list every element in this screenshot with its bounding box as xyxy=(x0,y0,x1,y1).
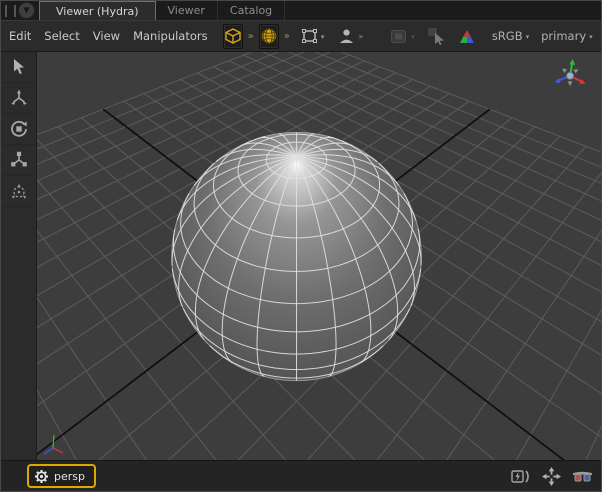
marquee-select-button[interactable]: ▾ xyxy=(301,28,325,44)
rotate-tool-button[interactable] xyxy=(1,114,36,145)
shading-mode-button[interactable] xyxy=(223,24,243,49)
tool-sidebar xyxy=(1,52,37,460)
pivot-tool-button[interactable] xyxy=(1,176,36,207)
cursor-select-icon xyxy=(428,28,446,45)
render-flash-icon[interactable] xyxy=(511,469,531,484)
tab-viewer[interactable]: Viewer xyxy=(156,1,218,20)
menu-select[interactable]: Select xyxy=(44,29,79,43)
viewlayer-value: primary xyxy=(541,29,586,43)
menu-manipulators[interactable]: Manipulators xyxy=(133,29,208,43)
pivot-icon xyxy=(10,182,28,200)
select-tool-button[interactable] xyxy=(1,52,36,83)
rotate-icon xyxy=(10,120,28,138)
select-arrow-icon xyxy=(10,58,28,76)
viewport-3d[interactable] xyxy=(37,52,601,460)
camera-name: persp xyxy=(54,470,85,483)
caret-down-icon: ▾ xyxy=(589,33,593,41)
person-icon xyxy=(339,28,354,44)
marquee-select-icon xyxy=(301,28,318,44)
translate-icon xyxy=(10,89,28,107)
colorspace-value: sRGB xyxy=(492,29,523,43)
selection-scope-button[interactable]: » xyxy=(339,28,363,44)
tab-catalog[interactable]: Catalog xyxy=(218,1,285,20)
menu-bar: Edit Select View Manipulators » xyxy=(1,20,601,52)
scale-icon xyxy=(10,151,28,169)
expander-icon[interactable]: » xyxy=(358,32,363,41)
chevron-down-icon: ▼ xyxy=(23,6,29,14)
expander-icon[interactable]: » xyxy=(248,31,254,42)
pane-body xyxy=(1,52,601,460)
layer-select-button[interactable]: ▾ xyxy=(390,29,415,44)
menu-view[interactable]: View xyxy=(93,29,120,43)
caret-down-icon: ▾ xyxy=(321,33,325,41)
pan-view-icon[interactable] xyxy=(542,467,561,486)
scale-tool-button[interactable] xyxy=(1,145,36,176)
expander-icon[interactable]: » xyxy=(284,31,290,42)
globe-icon xyxy=(260,27,278,45)
gear-icon xyxy=(35,470,48,483)
channels-button[interactable] xyxy=(459,29,475,44)
translate-tool-button[interactable] xyxy=(1,83,36,114)
tab-bar: ▼ Viewer (Hydra) Viewer Catalog xyxy=(1,1,601,20)
menu-edit[interactable]: Edit xyxy=(9,29,31,43)
cube-icon xyxy=(224,27,242,45)
caret-down-icon: ▾ xyxy=(411,33,415,41)
cursor-select-button[interactable] xyxy=(428,28,446,45)
camera-select-button[interactable]: persp xyxy=(27,464,96,488)
pane-menu-button[interactable]: ▼ xyxy=(18,2,35,19)
colorspace-dropdown[interactable]: sRGB ▾ xyxy=(492,29,529,43)
viewport-status-bar: persp xyxy=(1,460,601,491)
tab-viewer-hydra[interactable]: Viewer (Hydra) xyxy=(39,1,156,20)
caret-down-icon: ▾ xyxy=(526,33,530,41)
viewer-pane: ▼ Viewer (Hydra) Viewer Catalog Edit Sel… xyxy=(0,0,602,492)
viewlayer-dropdown[interactable]: primary ▾ xyxy=(541,29,593,43)
stereo-glasses-icon[interactable] xyxy=(572,470,593,483)
viewport-canvas[interactable] xyxy=(37,52,601,460)
rgb-channels-icon xyxy=(459,29,475,44)
layer-select-icon xyxy=(390,29,408,44)
pane-grip[interactable] xyxy=(5,5,16,17)
proxy-mode-button[interactable] xyxy=(259,24,279,49)
